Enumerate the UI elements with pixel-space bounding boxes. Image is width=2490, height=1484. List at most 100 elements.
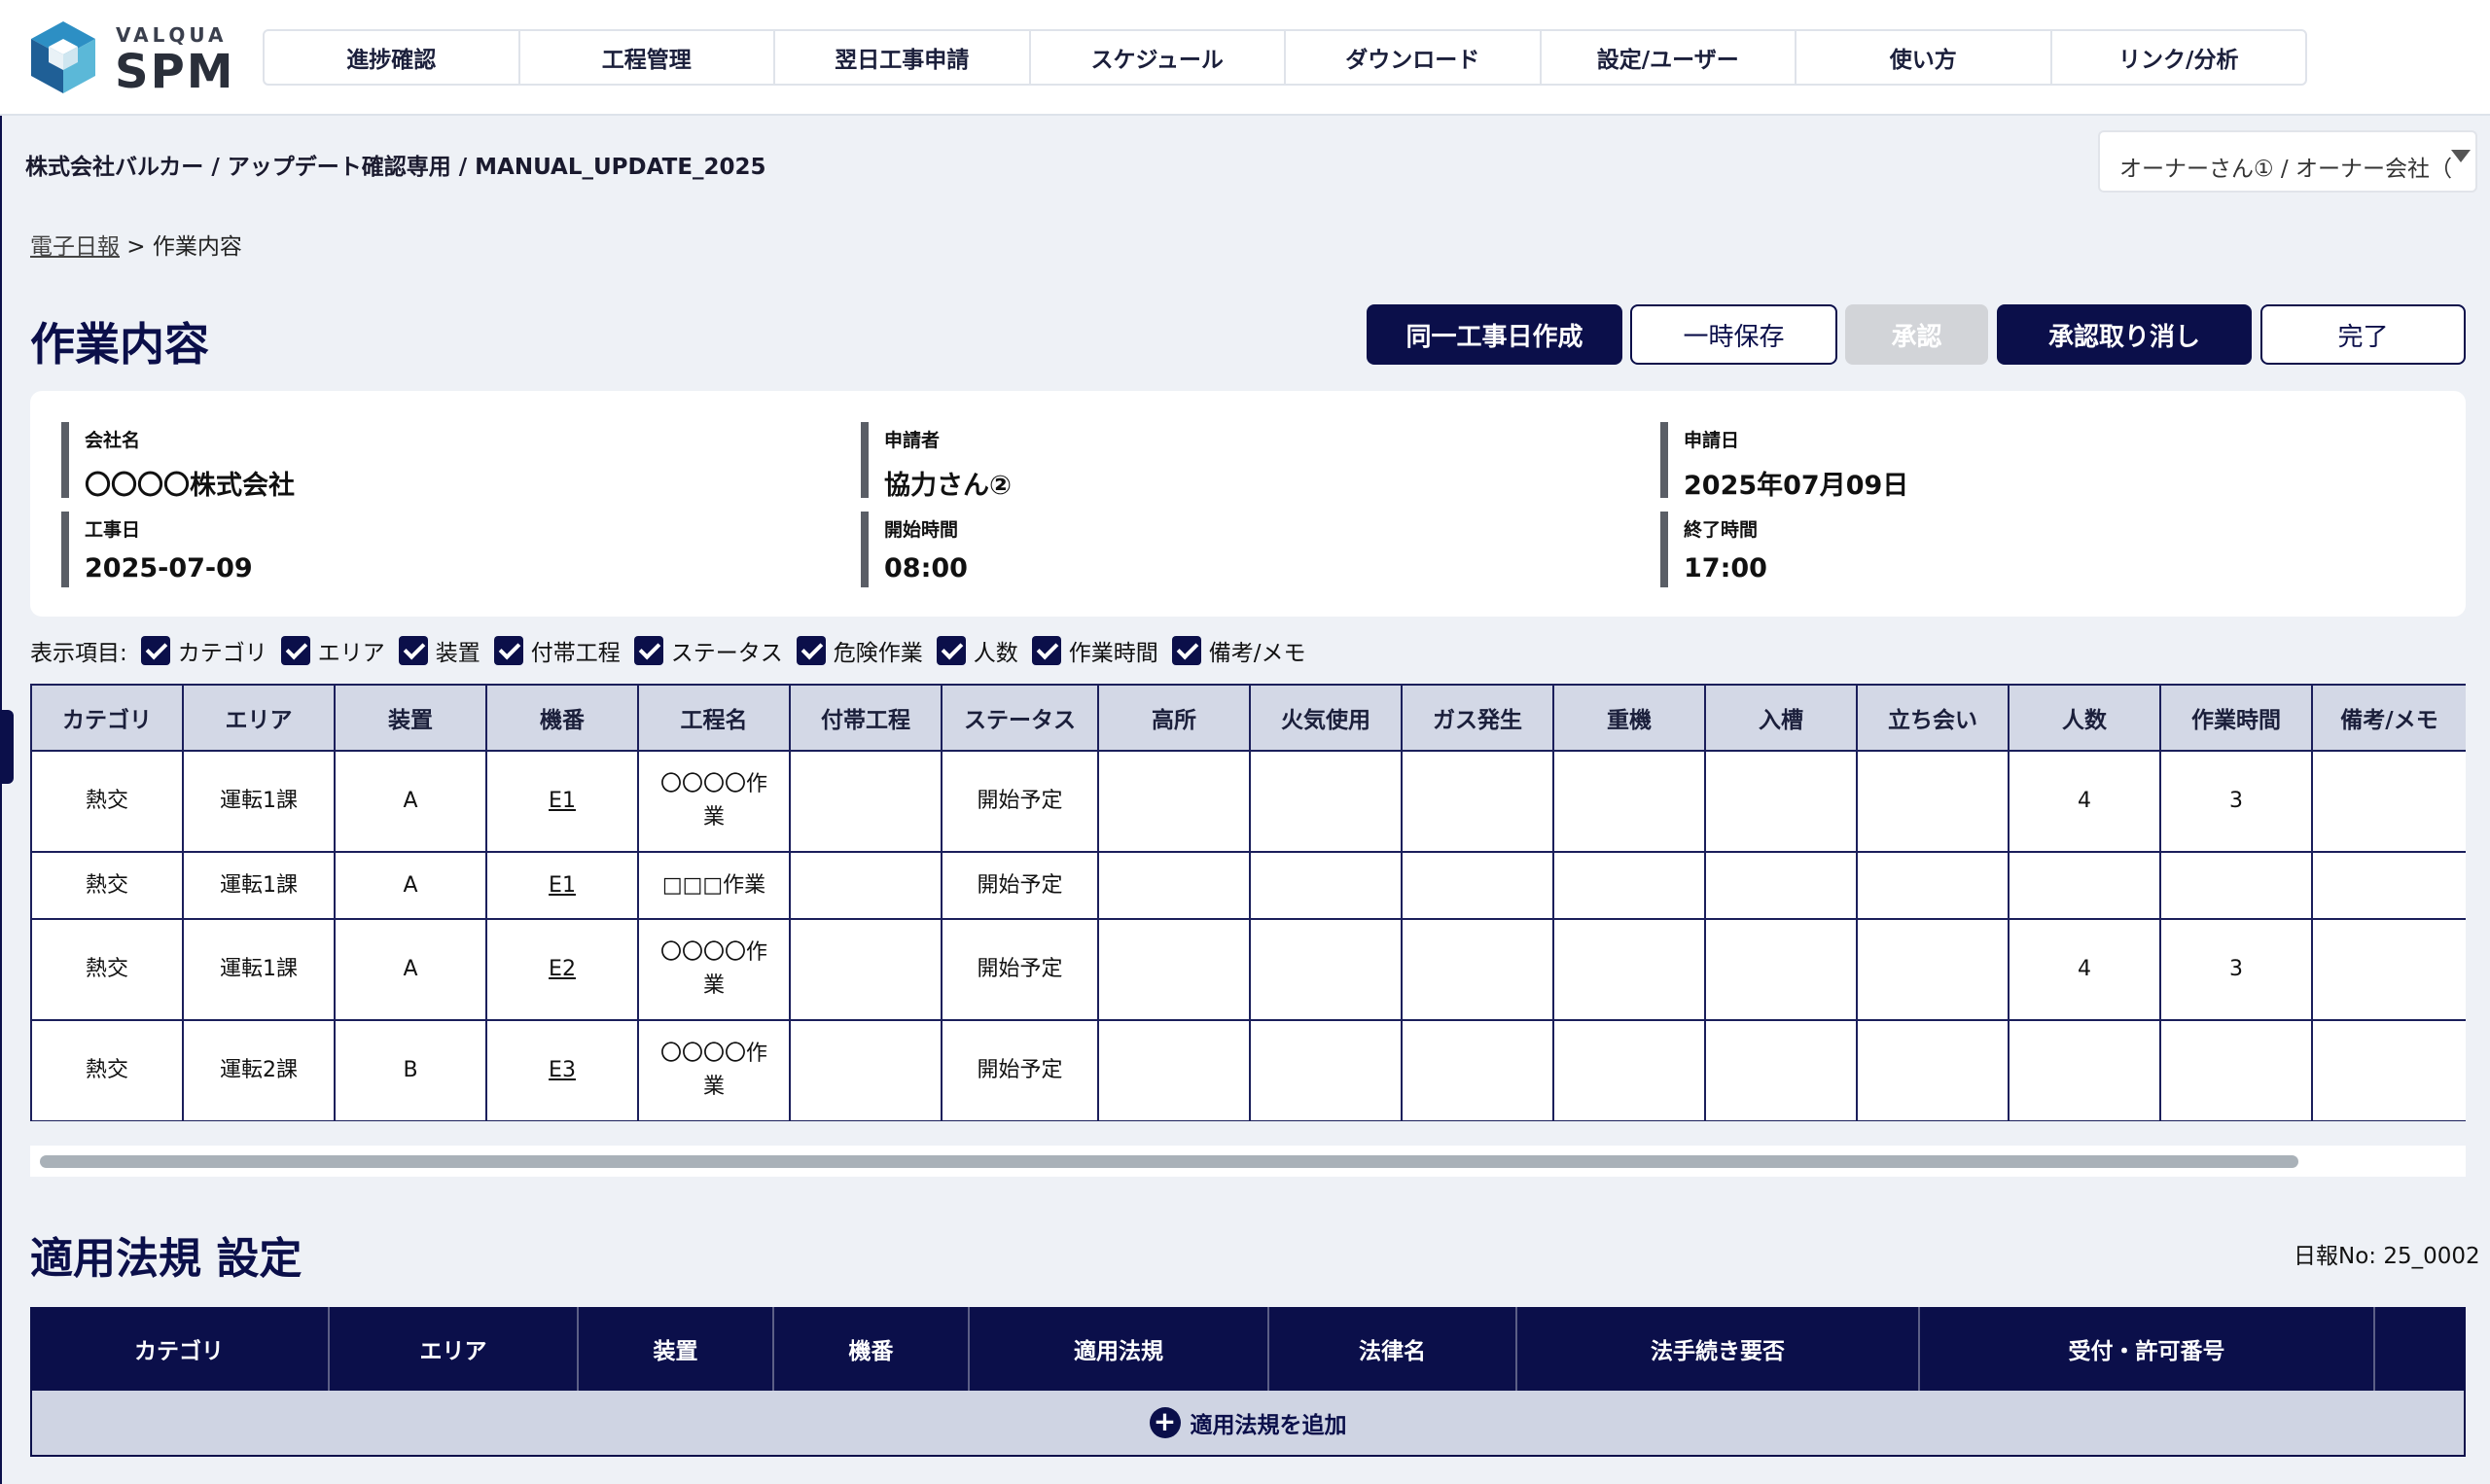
law-col-device: 装置 — [579, 1307, 774, 1391]
chevron-down-icon[interactable] — [2451, 150, 2471, 162]
horizontal-scrollbar[interactable] — [30, 1146, 2466, 1177]
law-col-machine-no: 機番 — [774, 1307, 970, 1391]
cell-category: 熱交 — [30, 851, 184, 920]
plus-circle-icon: + — [1149, 1407, 1181, 1438]
checkbox-checked-icon[interactable] — [1171, 636, 1201, 665]
checkbox-people[interactable]: 人数 — [936, 634, 1018, 667]
checkbox-checked-icon[interactable] — [936, 636, 966, 665]
checkbox-checked-icon[interactable] — [1031, 636, 1061, 665]
cell-status: 開始予定 — [941, 1019, 1099, 1121]
cell-area: 運転1課 — [182, 918, 336, 1021]
nav-settings-users[interactable]: 設定/ユーザー — [1542, 31, 1796, 84]
checkbox-area[interactable]: エリア — [280, 634, 385, 667]
process-name-line: 業 — [702, 1075, 725, 1099]
checkbox-category[interactable]: カテゴリ — [140, 634, 267, 667]
col-header-device: 装置 — [334, 684, 487, 752]
breadcrumb-separator: > — [120, 234, 153, 260]
col-header-fire: 火気使用 — [1249, 684, 1403, 752]
table-row[interactable]: 熱交 運転2課 B E3 〇〇〇〇作業 開始予定 — [30, 1019, 2466, 1121]
machine-no-link[interactable]: E2 — [549, 957, 576, 981]
col-header-heavy-machinery: 重機 — [1552, 684, 1706, 752]
machine-no-link[interactable]: E3 — [549, 1058, 576, 1082]
applicant-value: 協力さん② — [884, 471, 1012, 501]
nav-howto[interactable]: 使い方 — [1796, 31, 2052, 84]
machine-no-link[interactable]: E1 — [549, 873, 576, 898]
scrollbar-thumb[interactable] — [40, 1155, 2298, 1168]
breadcrumb-link-daily-report[interactable]: 電子日報 — [30, 234, 120, 260]
checkbox-checked-icon[interactable] — [280, 636, 310, 665]
nav-process[interactable]: 工程管理 — [520, 31, 775, 84]
sidebar-toggle[interactable] — [0, 710, 14, 784]
checkbox-checked-icon[interactable] — [140, 636, 170, 665]
brand-big: SPM — [115, 45, 235, 99]
add-law-button[interactable]: + 適用法規を追加 — [30, 1391, 2466, 1457]
temp-save-button[interactable]: 一時保存 — [1630, 304, 1837, 365]
cell-area: 運転1課 — [182, 851, 336, 920]
complete-button[interactable]: 完了 — [2260, 304, 2466, 365]
cell-attendance — [1856, 918, 2010, 1021]
checkbox-work-hours[interactable]: 作業時間 — [1031, 634, 1158, 667]
checkbox-label: カテゴリ — [177, 641, 267, 666]
table-row[interactable]: 熱交 運転1課 A E1 □□□作業 開始予定 — [30, 851, 2466, 920]
col-header-attendance: 立ち会い — [1856, 684, 2010, 752]
cell-notes — [2311, 851, 2466, 920]
cell-heavy-machinery — [1552, 918, 1706, 1021]
table-row[interactable]: 熱交 運転1課 A E2 〇〇〇〇作業 開始予定 4 3 — [30, 918, 2466, 1021]
create-same-day-button[interactable]: 同一工事日作成 — [1367, 304, 1622, 365]
cell-attendance — [1856, 851, 2010, 920]
cell-process-name: 〇〇〇〇作業 — [637, 918, 791, 1021]
law-col-area: エリア — [330, 1307, 579, 1391]
machine-no-link[interactable]: E1 — [549, 789, 576, 813]
col-header-tank-entry: 入槽 — [1704, 684, 1858, 752]
table-row[interactable]: 熱交 運転1課 A E1 〇〇〇〇作業 開始予定 4 3 — [30, 750, 2466, 853]
display-items: 表示項目: カテゴリ エリア 装置 付帯工程 ステータス 危険作業 人数 作業時… — [30, 634, 1320, 667]
add-law-label: 適用法規を追加 — [1190, 1413, 1347, 1438]
checkbox-checked-icon[interactable] — [633, 636, 663, 665]
work-date-label: 工事日 — [85, 519, 141, 541]
col-header-ancillary: 付帯工程 — [789, 684, 943, 752]
checkbox-notes[interactable]: 備考/メモ — [1171, 634, 1306, 667]
nav-schedule[interactable]: スケジュール — [1031, 31, 1286, 84]
cancel-approval-button[interactable]: 承認取り消し — [1997, 304, 2252, 365]
brand-small: VALQUA — [116, 23, 228, 47]
work-table-container[interactable]: カテゴリ エリア 装置 機番 工程名 付帯工程 ステータス 高所 火気使用 ガス… — [30, 684, 2466, 1121]
nav-progress[interactable]: 進捗確認 — [265, 31, 520, 84]
checkbox-device[interactable]: 装置 — [398, 634, 480, 667]
owner-select[interactable]: オーナーさん① / オーナー会社（ — [2098, 130, 2477, 193]
col-header-work-hours: 作業時間 — [2159, 684, 2313, 752]
nav-download[interactable]: ダウンロード — [1286, 31, 1542, 84]
checkbox-status[interactable]: ステータス — [633, 634, 783, 667]
checkbox-ancillary[interactable]: 付帯工程 — [493, 634, 621, 667]
cell-work-hours — [2159, 851, 2313, 920]
checkbox-checked-icon[interactable] — [398, 636, 428, 665]
cell-device: B — [334, 1019, 487, 1121]
cell-tank-entry — [1704, 1019, 1858, 1121]
cell-heavy-machinery — [1552, 1019, 1706, 1121]
cell-tank-entry — [1704, 851, 1858, 920]
process-name-line: 〇〇〇〇作 — [659, 1042, 767, 1066]
cell-category: 熱交 — [30, 750, 184, 853]
checkbox-checked-icon[interactable] — [493, 636, 523, 665]
cell-people — [2008, 1019, 2161, 1121]
company-label: 会社名 — [85, 430, 141, 451]
work-date-value: 2025-07-09 — [85, 553, 253, 583]
valqua-spm-logo[interactable]: VALQUA SPM — [27, 19, 233, 99]
nav-next-day-request[interactable]: 翌日工事申請 — [775, 31, 1031, 84]
checkbox-checked-icon[interactable] — [796, 636, 826, 665]
cell-gas — [1401, 851, 1554, 920]
work-table-header: カテゴリ エリア 装置 機番 工程名 付帯工程 ステータス 高所 火気使用 ガス… — [30, 684, 2466, 752]
cell-fire — [1249, 750, 1403, 853]
cell-people: 4 — [2008, 918, 2161, 1021]
process-name-line: 〇〇〇〇作 — [659, 772, 767, 796]
approve-button[interactable]: 承認 — [1845, 304, 1988, 365]
nav-links-analysis[interactable]: リンク/分析 — [2052, 31, 2306, 84]
cube-logo-icon — [31, 21, 95, 93]
start-time-field: 開始時間 08:00 — [861, 512, 1600, 587]
checkbox-dangerous-work[interactable]: 危険作業 — [796, 634, 923, 667]
process-name-line: 〇〇〇〇作 — [659, 940, 767, 965]
cell-process-name: 〇〇〇〇作業 — [637, 750, 791, 853]
checkbox-label: ステータス — [670, 641, 783, 666]
cell-height — [1097, 750, 1251, 853]
cell-device: A — [334, 918, 487, 1021]
cell-ancillary — [789, 750, 943, 853]
